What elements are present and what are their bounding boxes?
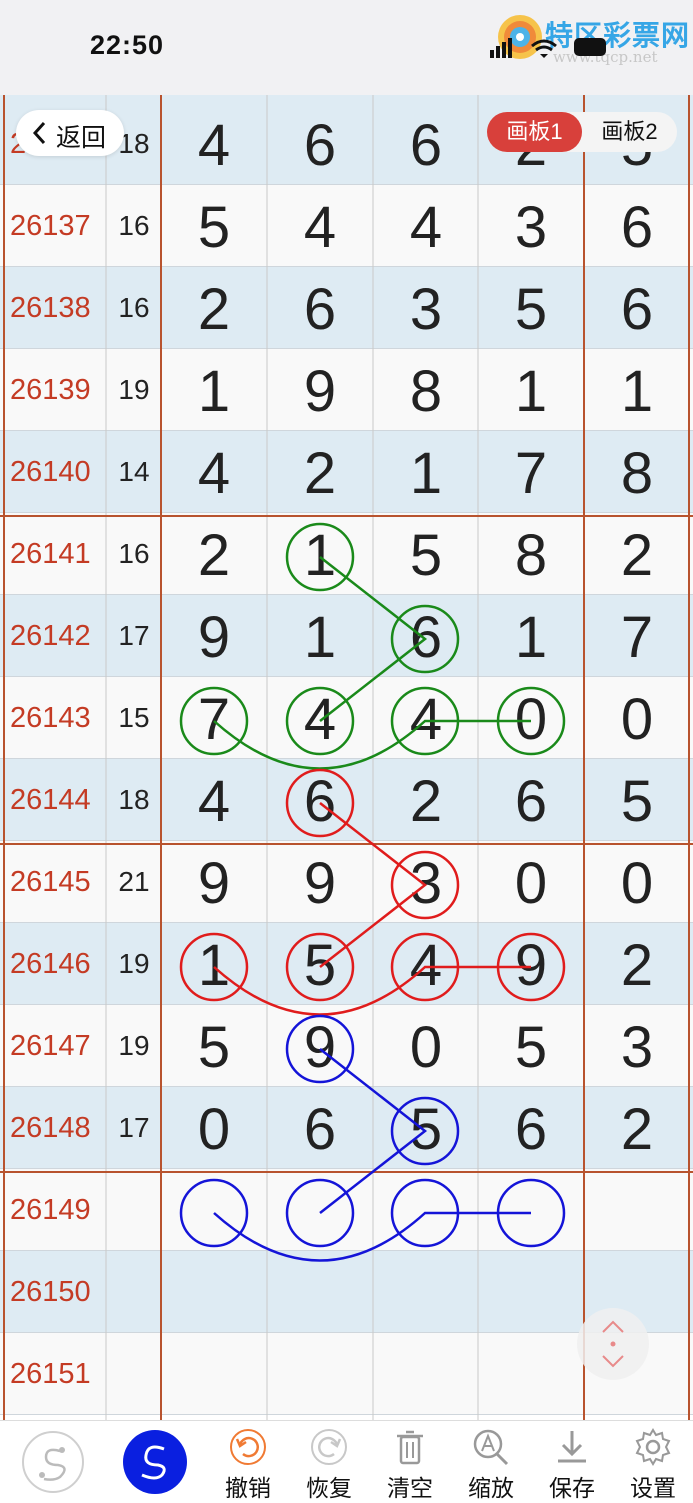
gear-icon [635, 1428, 671, 1466]
status-time: 22:50 [90, 30, 165, 60]
trash-icon [397, 1430, 423, 1465]
undo-button[interactable]: 撤销 [208, 1421, 288, 1501]
redo-button[interactable]: 恢复 [289, 1421, 369, 1501]
tab-board-1[interactable]: 画板1 [487, 112, 582, 152]
undo-label: 撤销 [225, 1475, 271, 1501]
curve-pen-icon [123, 1430, 187, 1494]
bottom-toolbar: 撤销 恢复 清空 缩放 保存 设置 [0, 1420, 693, 1501]
expand-collapse-button[interactable] [577, 1308, 649, 1380]
settings-label: 设置 [630, 1475, 676, 1501]
grid-column-lines [0, 95, 693, 1420]
zoom-icon [473, 1429, 509, 1466]
clear-label: 清空 [387, 1475, 433, 1501]
chevron-left-icon [32, 121, 46, 145]
back-button[interactable]: 返回 [16, 110, 124, 156]
pen-mode-icon [22, 1431, 84, 1493]
clear-button[interactable]: 清空 [370, 1421, 450, 1501]
zoom-button[interactable]: 缩放 [451, 1421, 531, 1501]
status-bar: 22:50 特区彩票网 www.tqcp.net [0, 0, 693, 95]
download-icon [558, 1431, 586, 1463]
settings-button[interactable]: 设置 [613, 1421, 693, 1501]
undo-icon [230, 1429, 266, 1465]
pen-mode-button[interactable] [12, 1421, 92, 1501]
curve-pen-button[interactable] [118, 1421, 198, 1501]
tab-board-2[interactable]: 画板2 [582, 112, 677, 152]
save-label: 保存 [549, 1475, 595, 1501]
redo-icon [311, 1429, 347, 1465]
redo-label: 恢复 [306, 1475, 352, 1501]
expand-vertical-icon [602, 1320, 624, 1368]
back-label: 返回 [56, 124, 107, 152]
board-tabs: 画板1 画板2 [487, 112, 677, 152]
zoom-label: 缩放 [468, 1475, 514, 1501]
save-button[interactable]: 保存 [532, 1421, 612, 1501]
signal-wifi-battery-icons [490, 38, 606, 58]
